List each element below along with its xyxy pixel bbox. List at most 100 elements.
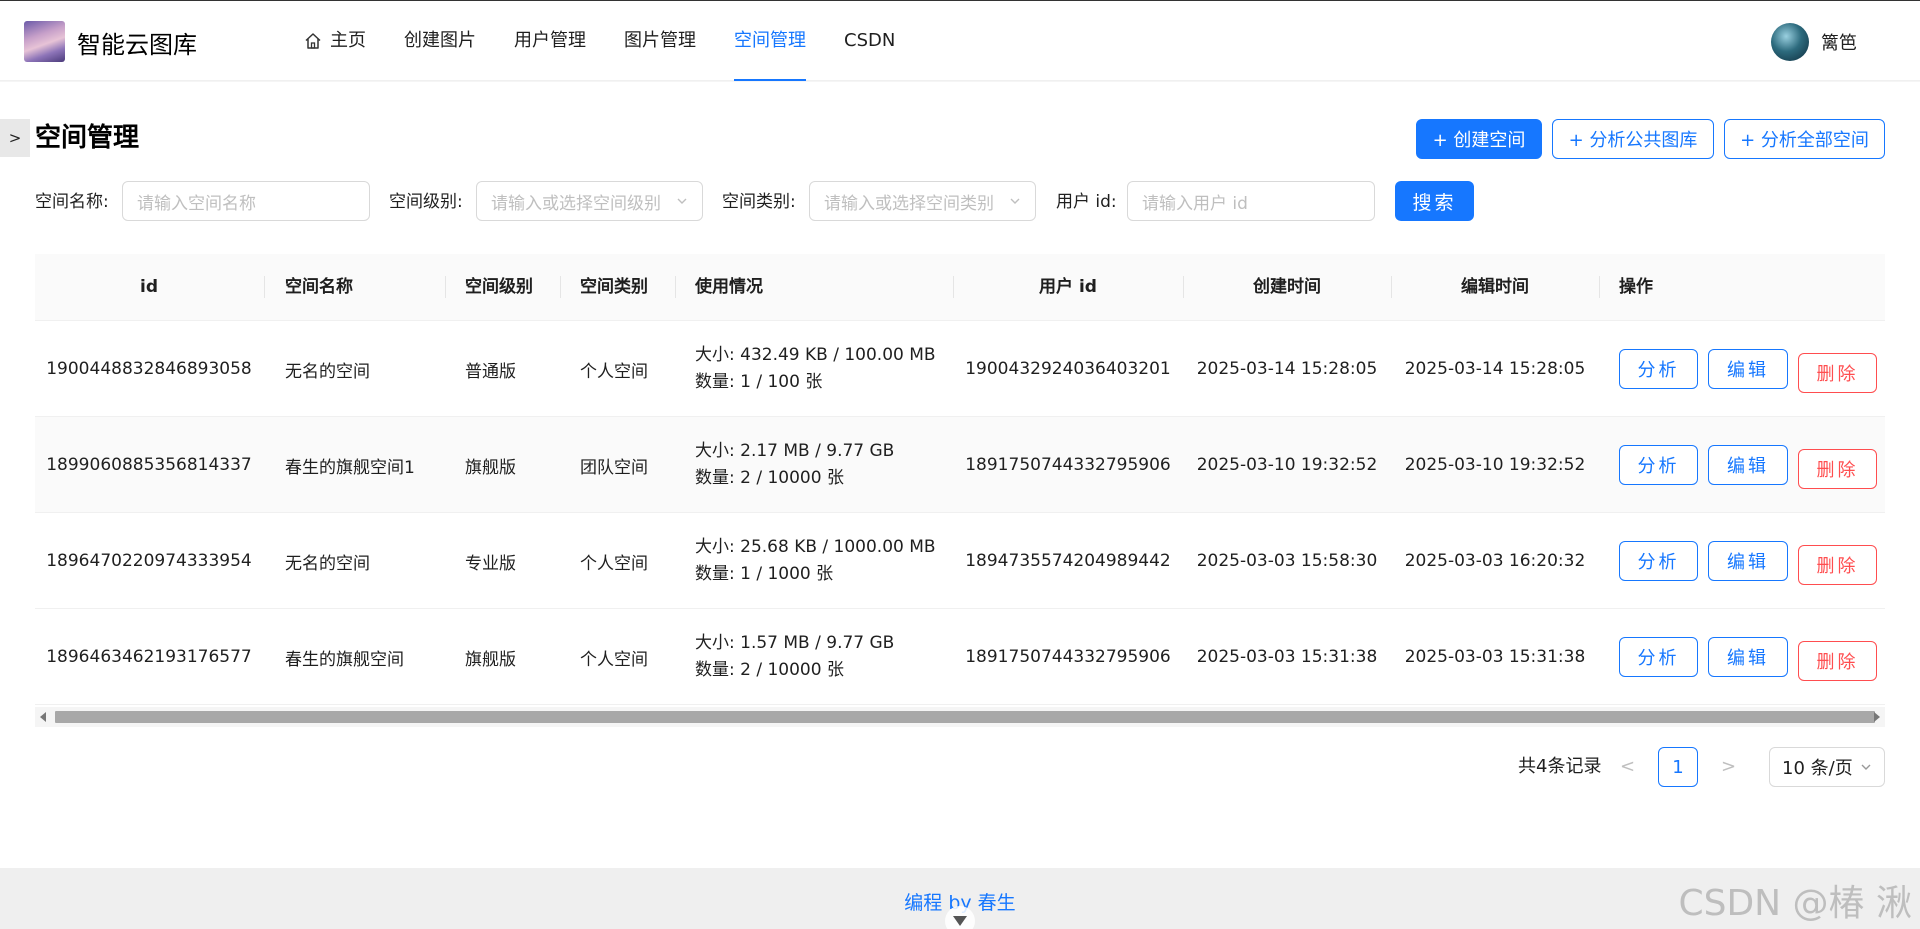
- space-level-select[interactable]: 请输入或选择空间级别: [476, 181, 703, 221]
- nav-item-picture-manage[interactable]: 图片管理: [605, 1, 715, 81]
- cell-space-type: 团队空间: [580, 457, 648, 478]
- analyze-button[interactable]: 分析: [1619, 445, 1698, 485]
- pagination-next-icon[interactable]: >: [1721, 756, 1736, 777]
- cell-space-level: 旗舰版: [465, 649, 516, 670]
- delete-button[interactable]: 删除: [1798, 545, 1877, 585]
- analyze-all-spaces-button[interactable]: + 分析全部空间: [1724, 119, 1885, 159]
- cell-user-id: 1900432924036403201: [965, 359, 1171, 379]
- search-button[interactable]: 搜索: [1395, 181, 1474, 221]
- usage-size: 大小: 2.17 MB / 9.77 GB: [695, 441, 895, 461]
- cell-edited-time: 2025-03-10 19:32:52: [1404, 455, 1586, 475]
- nav-label-home: 主页: [330, 30, 366, 51]
- pagination-total: 共4条记录: [1518, 756, 1602, 777]
- scrollbar-thumb[interactable]: [55, 711, 1875, 723]
- column-header-usage[interactable]: 使用情况: [695, 254, 895, 321]
- cell-user-id: 1891750744332795906: [965, 647, 1171, 667]
- analyze-button[interactable]: 分析: [1619, 349, 1698, 389]
- column-header-user-id[interactable]: 用户 id: [953, 254, 1183, 321]
- cell-id: 1900448832846893058: [46, 359, 252, 379]
- nav-item-home[interactable]: 主页: [285, 1, 385, 81]
- delete-button[interactable]: 删除: [1798, 353, 1877, 393]
- cell-created-time: 2025-03-10 19:32:52: [1196, 455, 1378, 475]
- cell-space-name: 春生的旗舰空间1: [285, 457, 415, 478]
- space-type-label: 空间类别:: [722, 192, 796, 212]
- cell-edited-time: 2025-03-14 15:28:05: [1404, 359, 1586, 379]
- usage-count: 数量: 2 / 10000 张: [695, 468, 844, 488]
- nav-label-space-manage: 空间管理: [734, 30, 806, 51]
- nav-label-create-picture: 创建图片: [404, 30, 476, 51]
- nav-label-csdn: CSDN: [844, 30, 896, 51]
- arrow-down-icon: [953, 916, 967, 926]
- nav-item-space-manage[interactable]: 空间管理: [715, 1, 825, 81]
- cell-edited-time: 2025-03-03 16:20:32: [1404, 551, 1586, 571]
- page-title: 空间管理: [35, 123, 140, 153]
- cell-id: 1899060885356814337: [46, 455, 252, 475]
- cell-created-time: 2025-03-03 15:58:30: [1196, 551, 1378, 571]
- nav-item-csdn[interactable]: CSDN: [825, 1, 914, 81]
- cell-usage: 大小: 25.68 KB / 1000.00 MB 数量: 1 / 1000 张: [695, 513, 955, 609]
- pagination-page-1[interactable]: 1: [1658, 747, 1698, 787]
- user-id-placeholder: 请输入用户 id: [1142, 193, 1248, 214]
- space-level-label: 空间级别:: [389, 192, 463, 212]
- column-header-id[interactable]: id: [35, 254, 263, 321]
- column-header-space-type[interactable]: 空间类别: [580, 254, 680, 321]
- user-menu[interactable]: 篱笆: [1771, 23, 1857, 61]
- cell-usage: 大小: 2.17 MB / 9.77 GB 数量: 2 / 10000 张: [695, 417, 955, 513]
- horizontal-scrollbar[interactable]: [35, 707, 1885, 727]
- avatar[interactable]: [1771, 23, 1809, 61]
- nav-item-create-picture[interactable]: 创建图片: [385, 1, 495, 81]
- cell-id: 1896463462193176577: [46, 647, 252, 667]
- scroll-left-icon[interactable]: [40, 712, 46, 722]
- nav-label-user-manage: 用户管理: [514, 30, 586, 51]
- sidebar-toggle-button[interactable]: >: [0, 119, 30, 157]
- pagination-prev-icon[interactable]: <: [1620, 756, 1635, 777]
- cell-usage: 大小: 1.57 MB / 9.77 GB 数量: 2 / 10000 张: [695, 609, 955, 705]
- cell-space-level: 普通版: [465, 361, 516, 382]
- cell-space-name: 春生的旗舰空间: [285, 649, 404, 670]
- cell-space-level: 专业版: [465, 553, 516, 574]
- cell-user-id: 1891750744332795906: [965, 455, 1171, 475]
- cell-space-name: 无名的空间: [285, 361, 370, 382]
- column-divider: [264, 276, 265, 298]
- cell-edited-time: 2025-03-03 15:31:38: [1404, 647, 1586, 667]
- brand-title[interactable]: 智能云图库: [77, 25, 197, 60]
- scroll-down-button[interactable]: [945, 906, 975, 929]
- cell-usage: 大小: 432.49 KB / 100.00 MB 数量: 1 / 100 张: [695, 321, 955, 417]
- table-row: 1896463462193176577 春生的旗舰空间 旗舰版 个人空间 大小:…: [35, 609, 1885, 705]
- table-row: 1900448832846893058 无名的空间 普通版 个人空间 大小: 4…: [35, 321, 1885, 417]
- space-type-placeholder: 请输入或选择空间类别: [824, 193, 994, 214]
- page-size-value: 10 条/页: [1782, 758, 1853, 779]
- delete-button[interactable]: 删除: [1798, 641, 1877, 681]
- space-level-placeholder: 请输入或选择空间级别: [491, 193, 661, 214]
- usage-size: 大小: 25.68 KB / 1000.00 MB: [695, 537, 936, 557]
- user-name: 篱笆: [1821, 33, 1857, 54]
- edit-button[interactable]: 编辑: [1708, 349, 1788, 389]
- space-type-select[interactable]: 请输入或选择空间类别: [809, 181, 1036, 221]
- column-header-edited-time[interactable]: 编辑时间: [1391, 254, 1599, 321]
- create-space-button[interactable]: + 创建空间: [1416, 119, 1542, 159]
- column-header-created-time[interactable]: 创建时间: [1183, 254, 1391, 321]
- logo-image[interactable]: [24, 21, 65, 62]
- nav-item-user-manage[interactable]: 用户管理: [495, 1, 605, 81]
- page-size-select[interactable]: 10 条/页: [1769, 747, 1885, 787]
- footer: 编程 by 春生: [0, 868, 1920, 929]
- analyze-public-gallery-button[interactable]: + 分析公共图库: [1552, 119, 1714, 159]
- column-divider: [675, 276, 676, 298]
- analyze-button[interactable]: 分析: [1619, 541, 1698, 581]
- cell-space-type: 个人空间: [580, 649, 648, 670]
- column-divider: [560, 276, 561, 298]
- cell-created-time: 2025-03-03 15:31:38: [1196, 647, 1378, 667]
- column-header-space-name[interactable]: 空间名称: [285, 254, 445, 321]
- column-header-space-level[interactable]: 空间级别: [465, 254, 565, 321]
- analyze-button[interactable]: 分析: [1619, 637, 1698, 677]
- chevron-down-icon: [1861, 764, 1871, 770]
- column-divider: [1599, 276, 1600, 298]
- space-name-input[interactable]: 请输入空间名称: [122, 181, 370, 221]
- scroll-right-icon[interactable]: [1874, 712, 1880, 722]
- edit-button[interactable]: 编辑: [1708, 445, 1788, 485]
- edit-button[interactable]: 编辑: [1708, 541, 1788, 581]
- edit-button[interactable]: 编辑: [1708, 637, 1788, 677]
- usage-size: 大小: 1.57 MB / 9.77 GB: [695, 633, 895, 653]
- delete-button[interactable]: 删除: [1798, 449, 1877, 489]
- user-id-input[interactable]: 请输入用户 id: [1127, 181, 1375, 221]
